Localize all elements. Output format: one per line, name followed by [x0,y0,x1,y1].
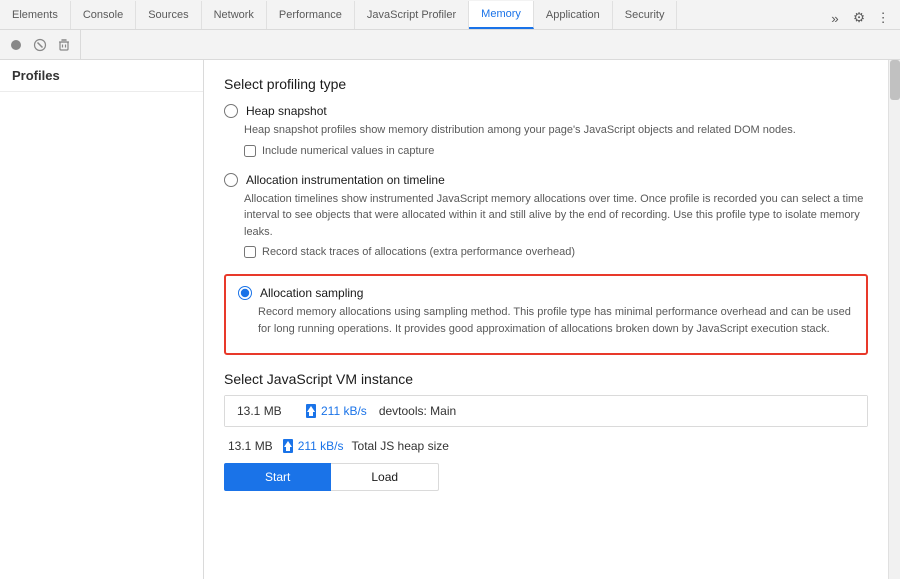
vm-table: 13.1 MB 211 kB/s devtools: Main [224,395,868,427]
tab-elements[interactable]: Elements [0,1,71,29]
more-tabs-button[interactable]: » [824,7,846,29]
footer-rate: 211 kB/s [281,439,344,453]
footer-rate-value: 211 kB/s [298,439,344,453]
tab-security[interactable]: Security [613,1,678,29]
select-profiling-title: Select profiling type [224,76,868,92]
heap-snapshot-label[interactable]: Heap snapshot [246,104,327,118]
vm-row[interactable]: 13.1 MB 211 kB/s devtools: Main [225,396,867,426]
vm-rate-up-icon [304,404,318,418]
tab-memory[interactable]: Memory [469,1,534,29]
allocation-timeline-checkbox-row: Record stack traces of allocations (extr… [244,246,868,258]
start-button[interactable]: Start [224,463,331,491]
main-content: Select profiling type Heap snapshot Heap… [204,60,888,579]
record-stack-traces-checkbox[interactable] [244,246,256,258]
action-buttons: Start Load [224,463,868,491]
allocation-timeline-header: Allocation instrumentation on timeline [224,173,868,187]
sidebar-title: Profiles [0,60,203,92]
include-numerical-label[interactable]: Include numerical values in capture [262,145,434,157]
load-button[interactable]: Load [331,463,439,491]
allocation-sampling-desc: Record memory allocations using sampling… [258,304,854,337]
tab-performance[interactable]: Performance [267,1,355,29]
tab-network[interactable]: Network [202,1,267,29]
tab-console[interactable]: Console [71,1,136,29]
allocation-sampling-header: Allocation sampling [238,286,854,300]
footer-rate-icon [281,439,295,453]
include-numerical-checkbox[interactable] [244,145,256,157]
tab-js-profiler[interactable]: JavaScript Profiler [355,1,469,29]
footer-label: Total JS heap size [352,439,449,453]
vm-name: devtools: Main [379,404,456,418]
tab-bar: Elements Console Sources Network Perform… [0,0,900,30]
vm-rate: 211 kB/s [304,404,367,418]
main-layout: Profiles Select profiling type Heap snap… [0,60,900,579]
scrollbar-track[interactable] [888,60,900,579]
more-options-button[interactable]: ⋮ [872,7,894,29]
memory-toolbar [0,30,900,60]
heap-snapshot-header: Heap snapshot [224,104,868,118]
settings-button[interactable]: ⚙ [848,7,870,29]
record-button[interactable] [6,35,26,55]
stop-button[interactable] [30,35,50,55]
vm-section-title: Select JavaScript VM instance [224,371,868,387]
tab-application[interactable]: Application [534,1,613,29]
tab-sources[interactable]: Sources [136,1,201,29]
allocation-sampling-radio[interactable] [238,286,252,300]
footer-size: 13.1 MB [228,439,273,453]
allocation-timeline-desc: Allocation timelines show instrumented J… [244,191,868,241]
delete-button[interactable] [54,35,74,55]
allocation-timeline-option: Allocation instrumentation on timeline A… [224,173,868,259]
heap-snapshot-checkbox-row: Include numerical values in capture [244,145,868,157]
heap-snapshot-option: Heap snapshot Heap snapshot profiles sho… [224,104,868,157]
allocation-timeline-label[interactable]: Allocation instrumentation on timeline [246,173,445,187]
record-stack-traces-label[interactable]: Record stack traces of allocations (extr… [262,246,575,258]
tab-bar-end: » ⚙ ⋮ [818,7,900,29]
scrollbar-thumb[interactable] [890,60,900,100]
vm-rate-value: 211 kB/s [321,404,367,418]
heap-snapshot-desc: Heap snapshot profiles show memory distr… [244,122,868,139]
vm-size: 13.1 MB [237,404,292,418]
allocation-sampling-label[interactable]: Allocation sampling [260,286,363,300]
sidebar: Profiles [0,60,204,579]
allocation-sampling-option: Allocation sampling Record memory alloca… [238,286,854,337]
footer-stats: 13.1 MB 211 kB/s Total JS heap size [224,439,868,453]
allocation-sampling-selected-box: Allocation sampling Record memory alloca… [224,274,868,355]
allocation-timeline-radio[interactable] [224,173,238,187]
toolbar-icons [0,30,81,59]
heap-snapshot-radio[interactable] [224,104,238,118]
